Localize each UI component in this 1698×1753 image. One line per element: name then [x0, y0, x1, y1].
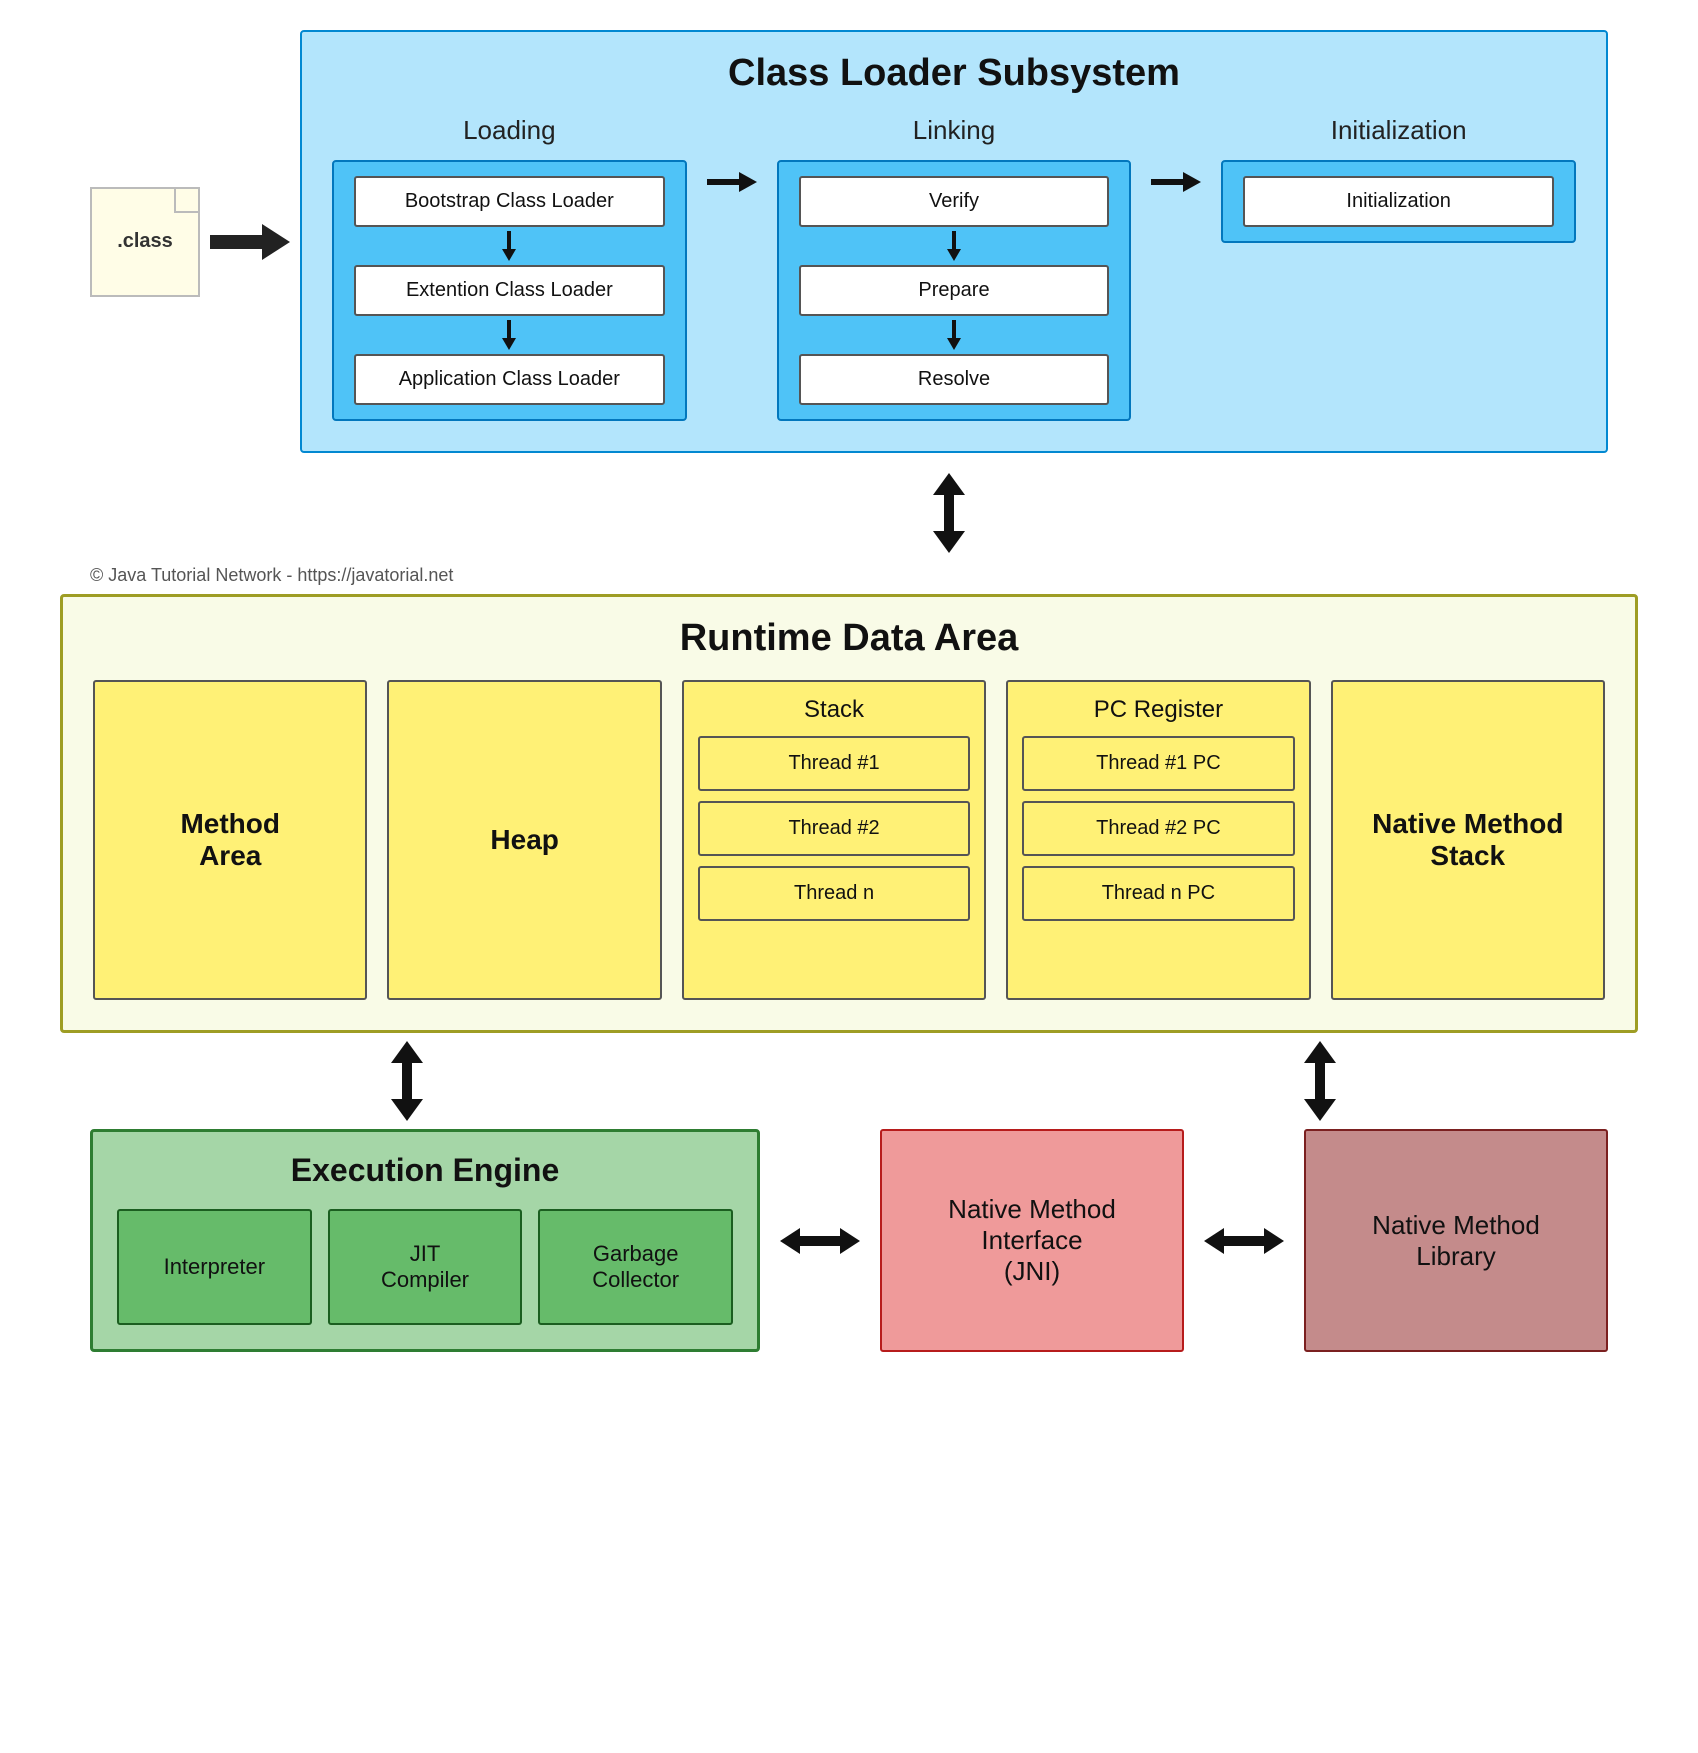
execution-engine-box: Execution Engine Interpreter JITCompiler… [90, 1129, 760, 1352]
interpreter-item: Interpreter [117, 1209, 312, 1325]
arrow-up-3 [1304, 1041, 1336, 1063]
method-area-label: MethodArea [180, 808, 280, 872]
pc-title: PC Register [1022, 696, 1294, 724]
jit-compiler-item: JITCompiler [328, 1209, 523, 1325]
runtime-title: Runtime Data Area [93, 617, 1605, 660]
class-loader-title: Class Loader Subsystem [332, 52, 1576, 95]
stack-box: Stack Thread #1 Thread #2 Thread n [682, 680, 986, 1000]
exec-engine-arrow [387, 1041, 427, 1121]
application-class-loader: Application Class Loader [354, 354, 665, 405]
class-file-label: .class [117, 230, 173, 253]
bootstrap-class-loader: Bootstrap Class Loader [354, 176, 665, 227]
verify-item: Verify [799, 176, 1110, 227]
method-area-cell: MethodArea [93, 680, 367, 1000]
stack-thread-2: Thread #2 [698, 801, 970, 856]
exec-engine-title: Execution Engine [117, 1152, 733, 1189]
class-file-icon: .class [90, 187, 200, 297]
link-arrow-2 [947, 320, 961, 350]
arrow-right-1 [840, 1228, 860, 1254]
exec-to-jni-arrow-wrapper [780, 1231, 860, 1251]
initialization-phase: Initialization Initialization [1221, 115, 1576, 243]
garbage-collector-item: GarbageCollector [538, 1209, 733, 1325]
native-method-stack-cell: Native MethodStack [1331, 680, 1605, 1000]
initialization-item: Initialization [1243, 176, 1554, 227]
arrow-down-3 [1304, 1099, 1336, 1121]
jni-to-lib-arrow [1204, 1231, 1284, 1251]
runtime-inner: MethodArea Heap Stack Thread #1 Thread #… [93, 680, 1605, 1000]
linking-box: Verify Prepare Resolve [777, 160, 1132, 421]
arrow-left-2 [1204, 1228, 1224, 1254]
extension-class-loader: Extention Class Loader [354, 265, 665, 316]
copyright-text: © Java Tutorial Network - https://javato… [90, 565, 453, 586]
loading-phase: Loading Bootstrap Class Loader Extention… [332, 115, 687, 421]
jni-to-lib-arrow-wrapper [1204, 1231, 1284, 1251]
class-loader-subsystem-box: Class Loader Subsystem Loading Bootstrap… [300, 30, 1608, 453]
pc-register-box: PC Register Thread #1 PC Thread #2 PC Th… [1006, 680, 1310, 1000]
initialization-label: Initialization [1331, 115, 1467, 146]
initialization-box: Initialization [1221, 160, 1576, 243]
native-method-stack-label: Native MethodStack [1372, 808, 1563, 872]
exec-inner: Interpreter JITCompiler GarbageCollector [117, 1209, 733, 1325]
stack-title: Stack [698, 696, 970, 724]
arrow-left-1 [780, 1228, 800, 1254]
exec-to-jni-arrow [780, 1231, 860, 1251]
arrow-down-2 [391, 1099, 423, 1121]
arrow-up [933, 473, 965, 495]
arrow-down [933, 531, 965, 553]
phase-arrow-inner-2 [1151, 175, 1201, 189]
bottom-section: Execution Engine Interpreter JITCompiler… [60, 1129, 1638, 1352]
native-method-interface-box: Native MethodInterface(JNI) [880, 1129, 1184, 1352]
link-arrow-1 [947, 231, 961, 261]
cl-phases: Loading Bootstrap Class Loader Extention… [332, 115, 1576, 421]
loader-arrow-2 [502, 320, 516, 350]
phase-arrow-inner-1 [707, 175, 757, 189]
native-method-library-label: Native MethodLibrary [1372, 1210, 1540, 1272]
loading-label: Loading [463, 115, 556, 146]
pc-thread-2: Thread #2 PC [1022, 801, 1294, 856]
top-section: .class Class Loader Subsystem Loading Bo… [60, 30, 1638, 453]
heap-label: Heap [490, 824, 558, 856]
stack-thread-n: Thread n [698, 866, 970, 921]
arrow-spacer [724, 1041, 1012, 1121]
linking-to-init-arrow [1151, 115, 1201, 189]
linking-label: Linking [913, 115, 995, 146]
native-method-interface-label: Native MethodInterface(JNI) [948, 1194, 1116, 1287]
arrow-right-2 [1264, 1228, 1284, 1254]
stack-thread-1: Thread #1 [698, 736, 970, 791]
linking-phase: Linking Verify Prepare Resolve [777, 115, 1132, 421]
cl-to-runtime-arrow [929, 473, 969, 553]
native-method-library-box: Native MethodLibrary [1304, 1129, 1608, 1352]
prepare-item: Prepare [799, 265, 1110, 316]
runtime-to-bottom-arrows [60, 1041, 1638, 1121]
cl-to-runtime-arrow-wrapper [160, 473, 1698, 553]
pc-thread-1: Thread #1 PC [1022, 736, 1294, 791]
pc-thread-n: Thread n PC [1022, 866, 1294, 921]
loader-arrow-1 [502, 231, 516, 261]
native-interface-arrow [1300, 1041, 1340, 1121]
resolve-item: Resolve [799, 354, 1110, 405]
diagram-container: .class Class Loader Subsystem Loading Bo… [0, 0, 1698, 1753]
loading-box: Bootstrap Class Loader Extention Class L… [332, 160, 687, 421]
arrow-up-2 [391, 1041, 423, 1063]
class-to-loader-arrow [210, 227, 290, 257]
runtime-data-area-box: Runtime Data Area MethodArea Heap Stack … [60, 594, 1638, 1033]
left-double-arrow-wrapper [90, 1041, 724, 1121]
right-double-arrow-wrapper [1032, 1041, 1608, 1121]
loading-to-linking-arrow [707, 115, 757, 189]
heap-cell: Heap [387, 680, 661, 1000]
